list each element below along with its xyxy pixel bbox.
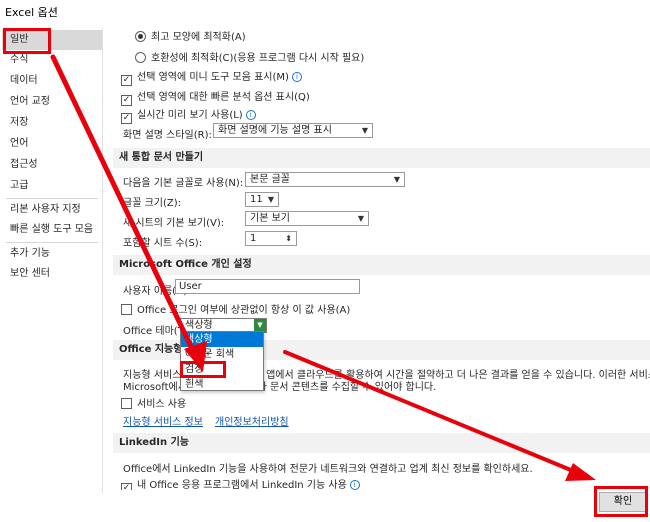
theme-option-black[interactable]: 검정 (181, 362, 263, 377)
default-font-label: 다음을 기본 글꼴로 사용(N): (123, 178, 244, 189)
nav-item-advanced[interactable]: 고급 (2, 176, 102, 196)
nav-item-trust-center[interactable]: 보안 센터 (2, 264, 102, 284)
nav-item-quick-access-toolbar[interactable]: 빠른 실행 도구 모음 (2, 220, 102, 240)
options-nav: 일반 수식 데이터 언어 교정 저장 언어 접근성 고급 리본 사용자 지정 빠… (2, 28, 103, 493)
radio-best-appearance[interactable]: 최고 모양에 최적화(A) (135, 28, 246, 43)
quick-analysis-checkbox[interactable]: ✓ 선택 영역에 대한 빠른 분석 옵션 표시(Q) (121, 88, 310, 106)
nav-item-language[interactable]: 언어 (2, 134, 102, 154)
checkbox-unchecked-icon (121, 304, 132, 315)
theme-option-white[interactable]: 흰색 (181, 377, 263, 392)
checkbox-checked-icon: ✓ (121, 113, 132, 124)
mini-toolbar-checkbox[interactable]: ✓ 선택 영역에 미니 도구 모음 표시(M) i (121, 68, 302, 86)
font-size-select[interactable]: 11 ▼ (245, 192, 279, 207)
office-theme-dropdown-list: 색상형 어두운 회색 검정 흰색 (180, 331, 264, 391)
nav-item-customize-ribbon[interactable]: 리본 사용자 지정 (2, 200, 102, 220)
checkbox-unchecked-icon (121, 398, 132, 409)
screentip-style-label: 화면 설명 스타일(R): (123, 130, 212, 141)
font-size-label: 글꼴 크기(Z): (123, 198, 182, 209)
default-view-label: 새 시트의 기본 보기(V): (123, 218, 225, 229)
window-title: Excel 옵션 (5, 6, 58, 19)
radio-selected-icon (135, 31, 146, 42)
chevron-down-icon: ▼ (267, 195, 274, 204)
info-icon: i (245, 110, 256, 120)
spin-arrows-icon: ⬍ (285, 234, 292, 243)
theme-option-dark-gray[interactable]: 어두운 회색 (181, 347, 263, 362)
enable-services-checkbox[interactable]: 서비스 사용 (121, 395, 186, 410)
chevron-down-icon: ▼ (361, 126, 368, 135)
ok-button[interactable]: 확인 (599, 492, 647, 512)
nav-item-save[interactable]: 저장 (2, 113, 102, 133)
section-header-new-workbook: 새 통합 문서 만들기 (113, 148, 650, 168)
checkbox-checked-icon: ✓ (121, 483, 132, 490)
title-bar: Excel 옵션 (0, 0, 650, 22)
sheet-count-stepper[interactable]: 1 ⬍ (245, 231, 297, 246)
theme-option-colorful[interactable]: 색상형 (181, 332, 263, 347)
info-icon: i (291, 72, 302, 82)
always-use-checkbox[interactable]: Office 로그인 여부에 상관없이 항상 이 값 사용(A) (121, 301, 350, 316)
linkedin-description: Office에서 LinkedIn 기능을 사용하여 전문가 네트워크와 연결하… (123, 464, 533, 475)
nav-item-data[interactable]: 데이터 (2, 71, 102, 91)
section-header-personalize: Microsoft Office 개인 설정 (113, 255, 650, 275)
privacy-statement-link[interactable]: 개인정보처리방침 (215, 413, 289, 428)
nav-item-formulas[interactable]: 수식 (2, 50, 102, 70)
nav-item-proofing[interactable]: 언어 교정 (2, 92, 102, 112)
chevron-down-icon: ▼ (393, 175, 400, 184)
nav-item-general[interactable]: 일반 (2, 30, 102, 50)
default-font-select[interactable]: 본문 글꼴 ▼ (245, 172, 405, 187)
live-preview-checkbox[interactable]: ✓ 실시간 미리 보기 사용(L) i (121, 106, 256, 124)
radio-unselected-icon (135, 52, 146, 63)
options-content: 최고 모양에 최적화(A) 호환성에 최적화(C)(응용 프로그램 다시 시작 … (105, 22, 650, 490)
info-icon: i (349, 480, 360, 490)
screentip-style-select[interactable]: 화면 설명에 기능 설명 표시 ▼ (213, 123, 373, 138)
radio-compatibility[interactable]: 호환성에 최적화(C)(응용 프로그램 다시 시작 필요) (135, 49, 364, 64)
chevron-down-icon: ▼ (357, 214, 364, 223)
nav-divider (6, 198, 98, 199)
intelligent-services-info-link[interactable]: 지능형 서비스 정보 (123, 413, 203, 428)
checkbox-checked-icon: ✓ (121, 75, 132, 86)
sheet-count-label: 포함할 시트 수(S): (123, 238, 203, 249)
nav-item-accessibility[interactable]: 접근성 (2, 155, 102, 175)
intelligent-services-description-2: Microsoft에서 사용자의 검색어와 문서 콘텐츠를 수집할 수 있어야 … (123, 382, 437, 393)
section-header-linkedin: LinkedIn 기능 (113, 433, 650, 453)
nav-item-add-ins[interactable]: 추가 기능 (2, 244, 102, 264)
username-input[interactable]: User (175, 279, 360, 294)
nav-divider (6, 242, 98, 243)
checkbox-checked-icon: ✓ (121, 95, 132, 106)
default-view-select[interactable]: 기본 보기 ▼ (245, 211, 369, 226)
linkedin-features-checkbox[interactable]: ✓ 내 Office 응용 프로그램에서 LinkedIn 기능 사용 i (121, 476, 360, 490)
